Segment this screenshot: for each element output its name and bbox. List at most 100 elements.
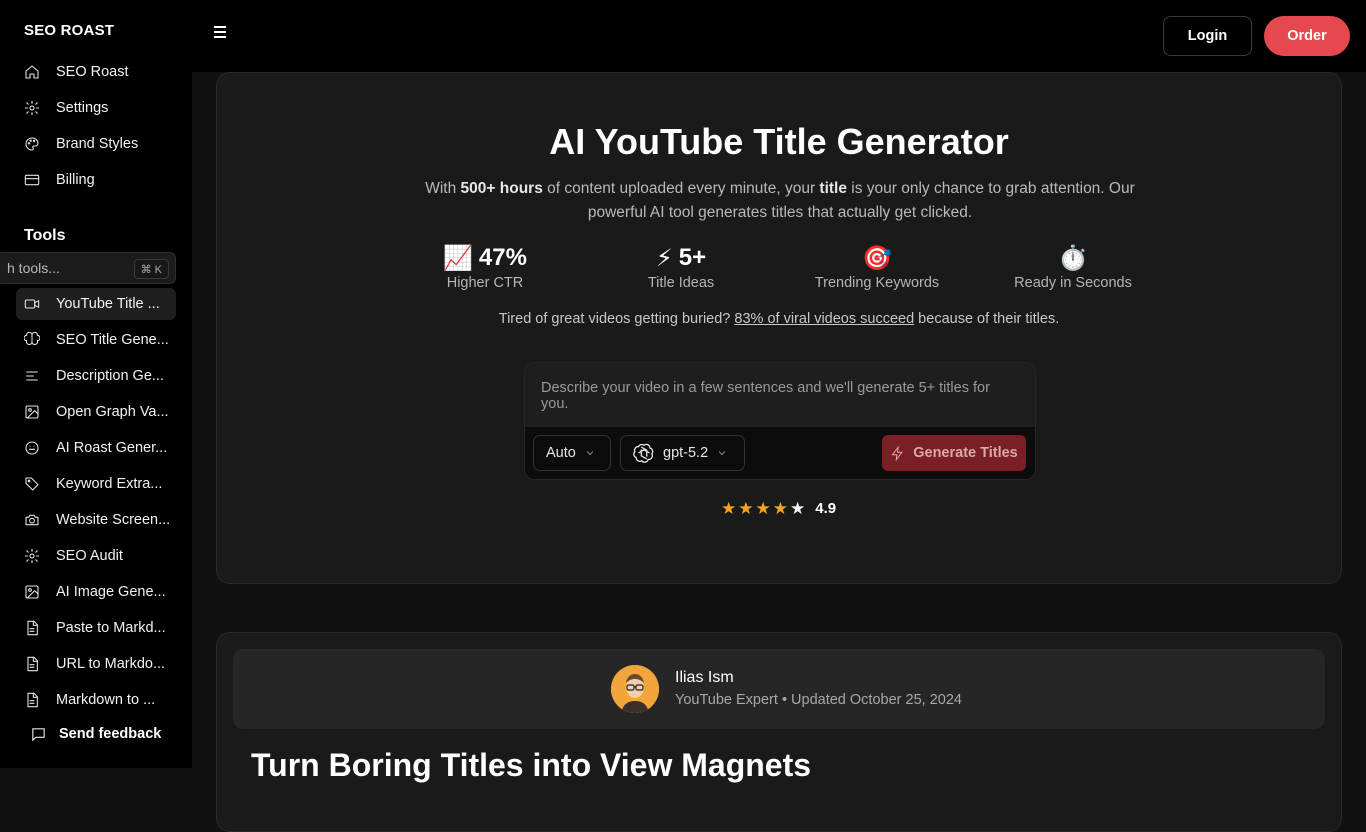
chevron-down-icon bbox=[718, 451, 726, 456]
lightning-icon bbox=[891, 445, 904, 461]
search-placeholder: h tools... bbox=[7, 260, 60, 276]
file-icon bbox=[24, 692, 40, 708]
sidebar-item-label: Settings bbox=[56, 100, 109, 116]
sidebar-item-label: Paste to Markd... bbox=[56, 620, 166, 636]
article-card: Ilias Ism YouTube Expert • Updated Octob… bbox=[216, 632, 1342, 832]
sidebar-item-seo-title[interactable]: SEO Title Gene... bbox=[16, 324, 176, 356]
tools-search-input[interactable]: h tools... ⌘ K bbox=[0, 252, 176, 284]
chevron-down-icon bbox=[586, 451, 594, 456]
sidebar-item-markdown-to[interactable]: Markdown to ... bbox=[16, 684, 176, 716]
sidebar-item-label: Brand Styles bbox=[56, 136, 139, 152]
sidebar-item-label: YouTube Title ... bbox=[56, 296, 160, 312]
subtitle-text: of content uploaded every minute, your bbox=[542, 180, 820, 197]
mode-select[interactable]: Auto bbox=[533, 435, 611, 471]
sidebar-item-seo-roast[interactable]: SEO Roast bbox=[16, 56, 176, 88]
stat-label: Trending Keywords bbox=[814, 275, 940, 291]
author-box: Ilias Ism YouTube Expert • Updated Octob… bbox=[233, 649, 1325, 729]
mode-select-value: Auto bbox=[546, 445, 576, 461]
target-icon: 🎯 bbox=[862, 244, 892, 272]
subtitle-text: With bbox=[425, 180, 461, 197]
image-icon bbox=[24, 404, 40, 420]
file-icon bbox=[24, 620, 40, 636]
sidebar-item-url-to-markdown[interactable]: URL to Markdo... bbox=[16, 648, 176, 680]
avatar bbox=[611, 665, 659, 713]
send-feedback-label: Send feedback bbox=[59, 726, 162, 742]
stat-label: Ready in Seconds bbox=[1014, 275, 1132, 291]
stopwatch-icon: ⏱️ bbox=[1058, 244, 1088, 272]
sidebar-item-label: AI Roast Gener... bbox=[56, 440, 168, 456]
star-icon: ★ bbox=[721, 498, 737, 518]
sidebar-item-seo-audit[interactable]: SEO Audit bbox=[16, 540, 176, 572]
stat-higher-ctr: 📈 47% Higher CTR bbox=[405, 243, 565, 291]
sidebar-item-website-screenshot[interactable]: Website Screen... bbox=[16, 504, 176, 536]
brain-icon bbox=[24, 332, 40, 348]
sidebar-item-description[interactable]: Description Ge... bbox=[16, 360, 176, 392]
sidebar-item-open-graph[interactable]: Open Graph Va... bbox=[16, 396, 176, 428]
brand-logo[interactable]: SEO ROAST bbox=[24, 22, 114, 39]
rating: ★ ★ ★ ★ ★ 4.9 bbox=[721, 497, 836, 519]
keyboard-shortcut-badge: ⌘ K bbox=[133, 259, 169, 279]
viral-videos-link[interactable]: 83% of viral videos succeed bbox=[734, 311, 914, 327]
callout-text: because of their titles. bbox=[914, 311, 1060, 327]
sidebar-item-label: Website Screen... bbox=[56, 512, 171, 528]
stat-title-ideas: ⚡ 5+ Title Ideas bbox=[601, 243, 761, 291]
home-icon bbox=[24, 64, 40, 80]
sidebar-item-label: Markdown to ... bbox=[56, 692, 156, 708]
sidebar-item-label: Open Graph Va... bbox=[56, 404, 169, 420]
chart-up-icon: 📈 bbox=[443, 244, 473, 272]
subtitle-emphasis: 500+ hours bbox=[460, 180, 543, 197]
sidebar-item-label: SEO Audit bbox=[56, 548, 123, 564]
sidebar-item-label: SEO Roast bbox=[56, 64, 129, 80]
rating-value: 4.9 bbox=[815, 499, 837, 517]
lightning-icon: ⚡ bbox=[655, 244, 673, 272]
stat-ready-in-seconds: ⏱️ Ready in Seconds bbox=[993, 243, 1153, 292]
star-icon: ★ bbox=[738, 498, 754, 518]
credit-card-icon bbox=[24, 172, 40, 188]
article-heading: Turn Boring Titles into View Magnets bbox=[251, 747, 812, 783]
gear-icon bbox=[24, 100, 40, 116]
model-select[interactable]: gpt-5.2 bbox=[620, 435, 745, 471]
send-feedback-button[interactable]: Send feedback bbox=[30, 722, 161, 746]
subtitle-emphasis: title bbox=[819, 180, 847, 197]
star-half-icon: ★ bbox=[790, 498, 806, 518]
image-icon bbox=[24, 584, 40, 600]
hamburger-menu-icon[interactable] bbox=[214, 26, 230, 44]
login-button[interactable]: Login bbox=[1163, 16, 1252, 56]
palette-icon bbox=[24, 136, 40, 152]
gear-icon bbox=[24, 548, 40, 564]
generate-titles-button[interactable]: Generate Titles bbox=[882, 435, 1026, 471]
hero-card: AI YouTube Title Generator With 500+ hou… bbox=[216, 72, 1342, 584]
sidebar-item-keyword[interactable]: Keyword Extra... bbox=[16, 468, 176, 500]
sidebar-item-billing[interactable]: Billing bbox=[16, 164, 176, 196]
stat-label: Higher CTR bbox=[446, 275, 524, 291]
model-select-value: gpt-5.2 bbox=[663, 445, 709, 461]
sidebar-item-label: URL to Markdo... bbox=[56, 656, 166, 672]
star-icon: ★ bbox=[772, 498, 788, 518]
sidebar: SEO ROAST SEO Roast Settings Brand Style… bbox=[0, 0, 192, 768]
sidebar-item-brand-styles[interactable]: Brand Styles bbox=[16, 128, 176, 160]
sidebar-item-ai-image[interactable]: AI Image Gene... bbox=[16, 576, 176, 608]
sidebar-item-label: AI Image Gene... bbox=[56, 584, 166, 600]
stat-trending-keywords: 🎯 Trending Keywords bbox=[797, 243, 957, 292]
callout-text: Tired of great videos getting buried? bbox=[498, 311, 735, 327]
sidebar-item-youtube-title[interactable]: YouTube Title ... bbox=[16, 288, 176, 320]
camera-icon bbox=[24, 512, 40, 528]
prompt-box: Describe your video in a few sentences a… bbox=[524, 362, 1036, 480]
order-button[interactable]: Order bbox=[1264, 16, 1350, 56]
text-lines-icon bbox=[24, 368, 40, 384]
openai-logo-icon bbox=[633, 443, 654, 463]
sidebar-item-ai-roast[interactable]: AI Roast Gener... bbox=[16, 432, 176, 464]
author-name: Ilias Ism bbox=[675, 669, 734, 686]
author-portrait bbox=[611, 665, 659, 713]
topbar: Login Order bbox=[192, 0, 1366, 72]
file-icon bbox=[24, 656, 40, 672]
sidebar-item-label: Billing bbox=[56, 172, 95, 188]
smile-icon bbox=[24, 440, 40, 456]
video-description-input[interactable]: Describe your video in a few sentences a… bbox=[525, 363, 1035, 427]
generate-titles-label: Generate Titles bbox=[913, 445, 1018, 461]
sidebar-item-paste-to-markdown[interactable]: Paste to Markd... bbox=[16, 612, 176, 644]
stat-value: 5+ bbox=[678, 244, 707, 271]
hero-subtitle: With 500+ hours of content uploaded ever… bbox=[407, 177, 1153, 225]
stat-value: 47% bbox=[478, 244, 527, 271]
sidebar-item-settings[interactable]: Settings bbox=[16, 92, 176, 124]
